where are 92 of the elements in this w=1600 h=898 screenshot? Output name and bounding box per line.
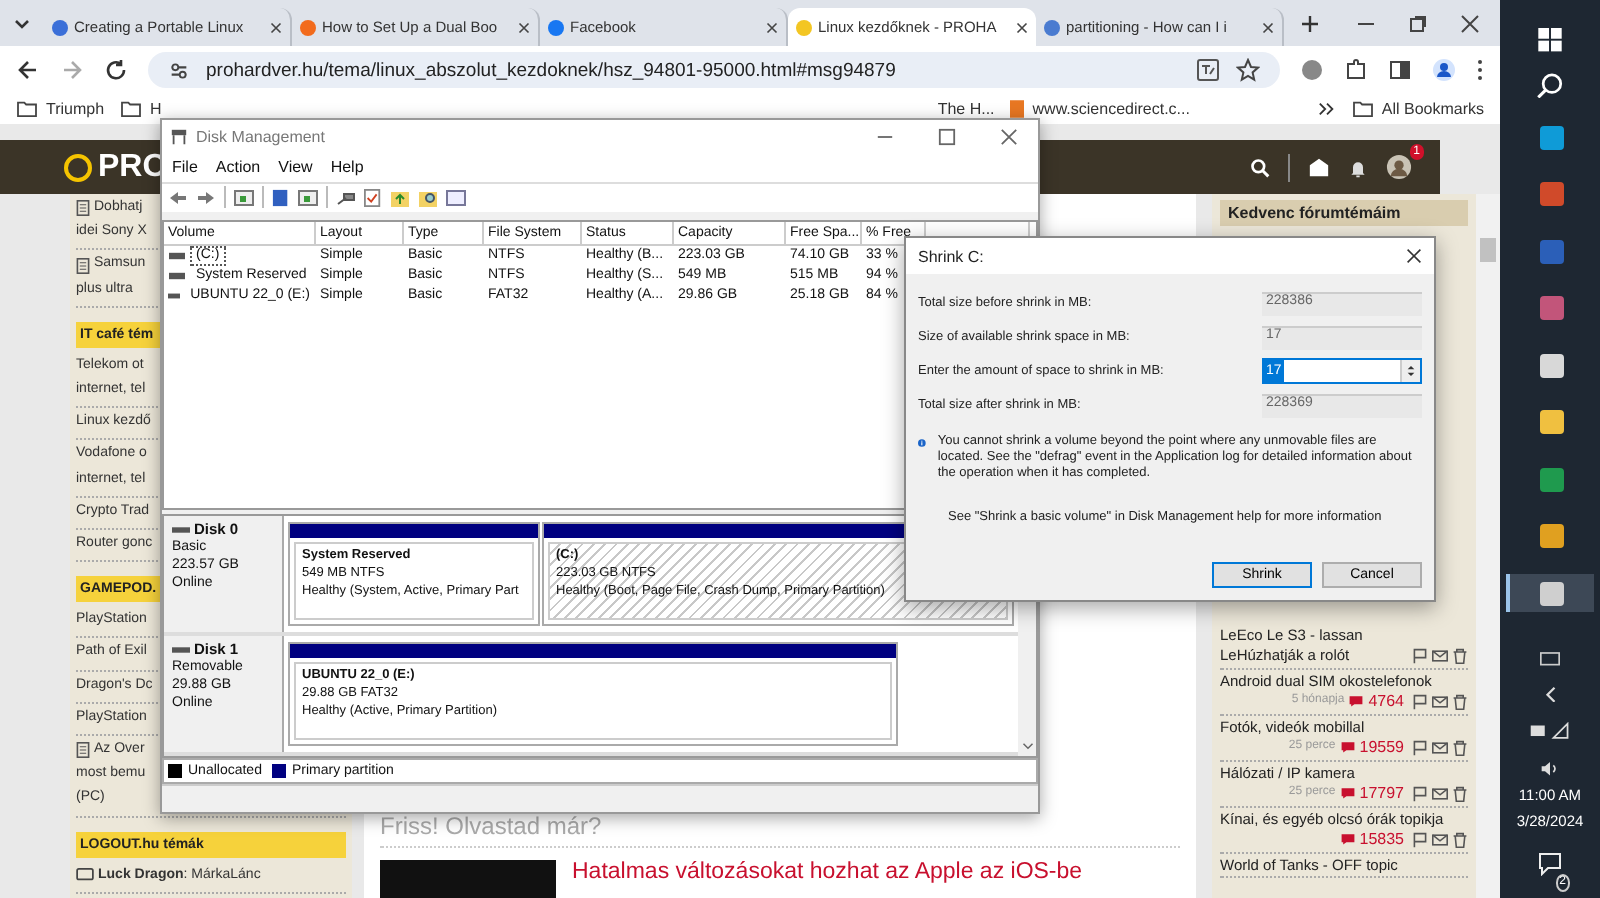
puzzle-icon[interactable] [1344, 58, 1368, 82]
connect-icon[interactable] [336, 187, 356, 208]
close-icon[interactable] [1262, 21, 1274, 33]
close-icon[interactable] [1016, 21, 1028, 33]
new-tab-icon[interactable] [1300, 13, 1320, 33]
envelope-icon[interactable] [1432, 831, 1448, 847]
check-document-icon[interactable] [364, 187, 382, 208]
folder-icon [1351, 100, 1374, 118]
flag-icon[interactable] [1412, 831, 1428, 847]
menu-item[interactable]: File [172, 158, 198, 177]
search-icon[interactable] [1536, 71, 1564, 99]
flag-icon[interactable] [1412, 647, 1428, 663]
notification-icon[interactable] [1538, 851, 1562, 876]
help-icon[interactable] [272, 187, 290, 208]
envelope-icon[interactable] [1432, 739, 1448, 755]
scrollbar[interactable] [1476, 194, 1500, 898]
bookmark[interactable]: The H... [937, 100, 995, 118]
comment-count[interactable]: 19559 [1359, 736, 1404, 758]
bookmark[interactable]: H [120, 100, 162, 118]
close-icon[interactable] [1460, 13, 1480, 33]
profile-icon[interactable] [1432, 58, 1456, 82]
section-header: Kedvenc fórumtémáim [1220, 200, 1468, 226]
keyboard-icon[interactable] [1540, 651, 1560, 666]
folder-search-icon[interactable] [418, 187, 438, 208]
flag-icon[interactable] [1412, 739, 1428, 755]
chat-icon [76, 868, 94, 883]
reload-icon[interactable] [104, 58, 128, 82]
panel-icon[interactable] [298, 187, 318, 208]
search-icon[interactable] [1250, 157, 1270, 177]
folder-up-icon[interactable] [390, 187, 410, 208]
avatar-icon[interactable] [1386, 154, 1412, 180]
speaker-icon[interactable] [1540, 760, 1560, 778]
trash-icon[interactable] [1452, 647, 1468, 663]
window-icon[interactable] [446, 187, 466, 208]
envelope-icon[interactable] [1432, 693, 1448, 709]
window-title: Disk Management [196, 127, 325, 146]
arrow-left-icon[interactable] [168, 189, 188, 206]
site-settings-icon[interactable] [168, 59, 190, 81]
flag-icon[interactable] [1412, 693, 1428, 709]
bookmark[interactable]: Triumph [16, 100, 105, 118]
envelope-icon[interactable] [1432, 647, 1448, 663]
article-headline[interactable]: Hatalmas változásokat hozhat az Apple az iOS-be [572, 860, 1083, 884]
folder-icon [16, 100, 38, 118]
restore-icon[interactable] [1408, 13, 1428, 33]
trash-icon[interactable] [1452, 831, 1468, 847]
site-icon [1010, 100, 1025, 118]
close-icon[interactable] [1406, 248, 1422, 264]
network-icon[interactable] [1528, 722, 1572, 741]
close-icon[interactable] [270, 21, 282, 33]
caret-icon[interactable] [1021, 742, 1033, 751]
trash-icon[interactable] [1452, 739, 1468, 755]
chevron-icon[interactable] [1317, 100, 1336, 118]
translate-icon[interactable] [1196, 58, 1220, 82]
sidebar-icon[interactable] [1388, 58, 1412, 82]
panel-icon[interactable] [234, 187, 254, 208]
document-icon [76, 200, 90, 217]
close-icon[interactable] [1000, 127, 1018, 146]
comment-count[interactable]: 15835 [1359, 828, 1404, 850]
envelope-icon[interactable] [1432, 785, 1448, 801]
close-icon[interactable] [766, 21, 778, 33]
all-bookmarks-button[interactable]: All Bookmarks [1351, 100, 1484, 118]
document-icon [76, 257, 90, 273]
more-icon[interactable] [1476, 58, 1484, 82]
close-icon[interactable] [518, 21, 530, 33]
envelope-icon[interactable] [1308, 156, 1330, 178]
url-text: prohardver.hu/tema/linux_abszolut_kezdoknek/hsz_94801-95000.html#msg94879 [206, 59, 898, 81]
back-icon[interactable] [16, 58, 40, 82]
dialog-title: Shrink C: [918, 247, 984, 265]
comment-icon [1339, 740, 1356, 754]
bell-icon[interactable] [1348, 157, 1368, 177]
address-bar[interactable]: prohardver.hu/tema/linux_abszolut_kezdoknek/hsz_94801-95000.html#msg94879 [148, 52, 1280, 88]
trash-icon[interactable] [1452, 693, 1468, 709]
star-icon[interactable] [1236, 58, 1260, 82]
spin-arrows-icon[interactable] [1406, 364, 1416, 378]
menu-item[interactable]: View [278, 158, 313, 177]
info-icon [918, 434, 926, 452]
windows-logo-icon[interactable] [1538, 28, 1562, 52]
maximize-icon[interactable] [938, 127, 956, 146]
arrow-right-icon[interactable] [196, 189, 216, 206]
comment-icon [1339, 786, 1356, 800]
menu-item[interactable]: Action [215, 158, 261, 177]
comment-icon [1348, 694, 1365, 708]
menu-item[interactable]: Help [330, 158, 364, 177]
comment-count[interactable]: 4764 [1368, 690, 1404, 712]
taskbar-app-icon[interactable] [1506, 574, 1594, 612]
comment-icon [1339, 832, 1356, 846]
bookmark[interactable]: www.sciencedirect.c... [1010, 100, 1190, 118]
trash-icon[interactable] [1452, 785, 1468, 801]
document-icon [76, 742, 90, 759]
comment-count[interactable]: 17797 [1359, 782, 1404, 804]
flag-icon[interactable] [1412, 785, 1428, 801]
folder-icon [120, 100, 143, 118]
